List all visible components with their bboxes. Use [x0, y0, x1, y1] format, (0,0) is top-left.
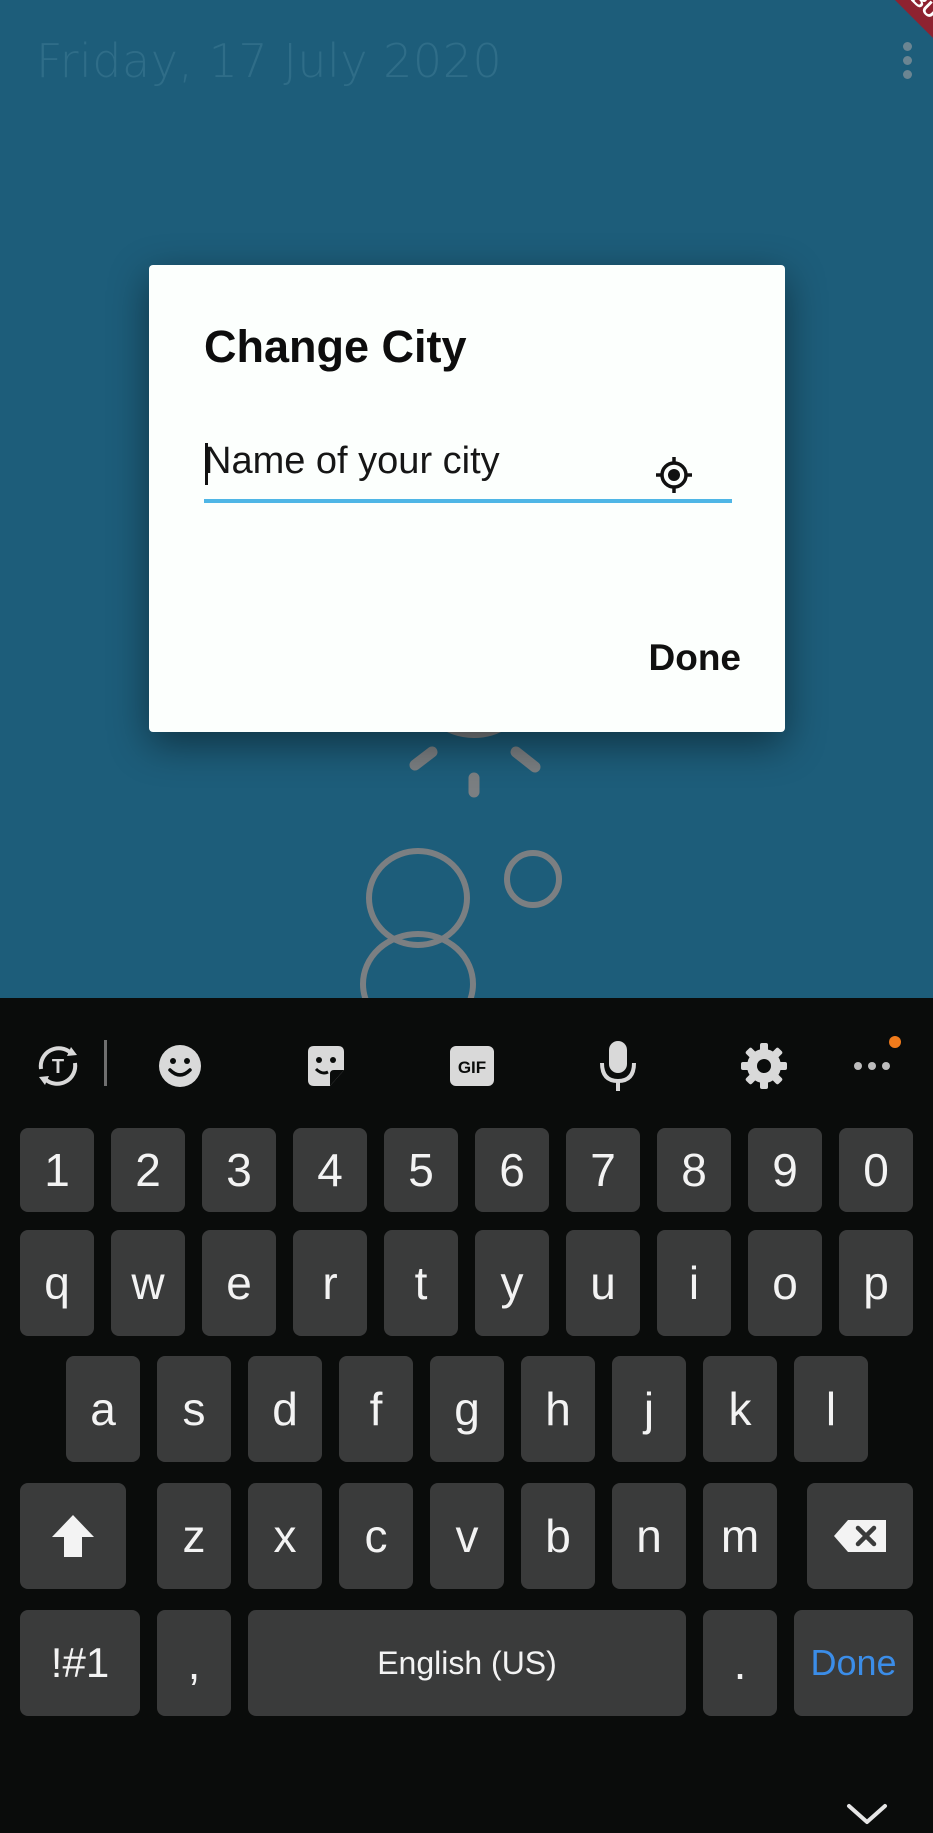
key-9[interactable]: 9	[748, 1128, 822, 1212]
shift-key[interactable]	[20, 1483, 126, 1589]
emoji-icon[interactable]	[150, 1036, 210, 1096]
key-z[interactable]: z	[157, 1483, 231, 1589]
settings-icon[interactable]	[734, 1036, 794, 1096]
key-y[interactable]: y	[475, 1230, 549, 1336]
mic-icon[interactable]	[588, 1036, 648, 1096]
key-3[interactable]: 3	[202, 1128, 276, 1212]
backspace-icon	[834, 1520, 886, 1552]
gif-icon[interactable]: GIF	[442, 1036, 502, 1096]
translate-icon[interactable]: T	[28, 1036, 88, 1096]
key-c[interactable]: c	[339, 1483, 413, 1589]
svg-text:T: T	[52, 1056, 64, 1078]
key-7[interactable]: 7	[566, 1128, 640, 1212]
backspace-key[interactable]	[807, 1483, 913, 1589]
key-u[interactable]: u	[566, 1230, 640, 1336]
key-o[interactable]: o	[748, 1230, 822, 1336]
shift-icon	[52, 1515, 94, 1557]
keyboard-done-key[interactable]: Done	[794, 1610, 913, 1716]
key-l[interactable]: l	[794, 1356, 868, 1462]
key-v[interactable]: v	[430, 1483, 504, 1589]
chevron-down-icon[interactable]	[843, 1798, 891, 1828]
comma-key[interactable]: ,	[157, 1610, 231, 1716]
key-r[interactable]: r	[293, 1230, 367, 1336]
gps-fixed-icon[interactable]	[654, 455, 694, 495]
key-g[interactable]: g	[430, 1356, 504, 1462]
dialog-done-button[interactable]: Done	[649, 637, 742, 679]
key-p[interactable]: p	[839, 1230, 913, 1336]
gif-label: GIF	[458, 1058, 486, 1077]
key-a[interactable]: a	[66, 1356, 140, 1462]
key-1[interactable]: 1	[20, 1128, 94, 1212]
keyboard-toolbar: T GIF	[0, 998, 933, 1128]
period-key[interactable]: .	[703, 1610, 777, 1716]
key-b[interactable]: b	[521, 1483, 595, 1589]
city-field[interactable]	[204, 433, 732, 503]
key-0[interactable]: 0	[839, 1128, 913, 1212]
key-8[interactable]: 8	[657, 1128, 731, 1212]
key-s[interactable]: s	[157, 1356, 231, 1462]
key-i[interactable]: i	[657, 1230, 731, 1336]
key-f[interactable]: f	[339, 1356, 413, 1462]
key-m[interactable]: m	[703, 1483, 777, 1589]
toolbar-divider	[104, 1040, 107, 1086]
key-e[interactable]: e	[202, 1230, 276, 1336]
sticker-icon[interactable]	[296, 1036, 356, 1096]
space-key[interactable]: English (US)	[248, 1610, 686, 1716]
dialog-title: Change City	[204, 321, 467, 372]
key-5[interactable]: 5	[384, 1128, 458, 1212]
key-d[interactable]: d	[248, 1356, 322, 1462]
key-n[interactable]: n	[612, 1483, 686, 1589]
key-k[interactable]: k	[703, 1356, 777, 1462]
key-6[interactable]: 6	[475, 1128, 549, 1212]
key-t[interactable]: t	[384, 1230, 458, 1336]
key-h[interactable]: h	[521, 1356, 595, 1462]
text-caret	[205, 443, 208, 485]
key-q[interactable]: q	[20, 1230, 94, 1336]
key-2[interactable]: 2	[111, 1128, 185, 1212]
key-4[interactable]: 4	[293, 1128, 367, 1212]
soft-keyboard: T GIF 1 2 3 4 5 6 7 8 9 0 q w e r t y u …	[0, 998, 933, 1833]
notification-dot	[889, 1036, 901, 1048]
key-j[interactable]: j	[612, 1356, 686, 1462]
change-city-dialog: Change City Done	[149, 265, 785, 732]
key-w[interactable]: w	[111, 1230, 185, 1336]
key-x[interactable]: x	[248, 1483, 322, 1589]
symbols-key[interactable]: !#1	[20, 1610, 140, 1716]
city-input[interactable]	[204, 433, 644, 489]
